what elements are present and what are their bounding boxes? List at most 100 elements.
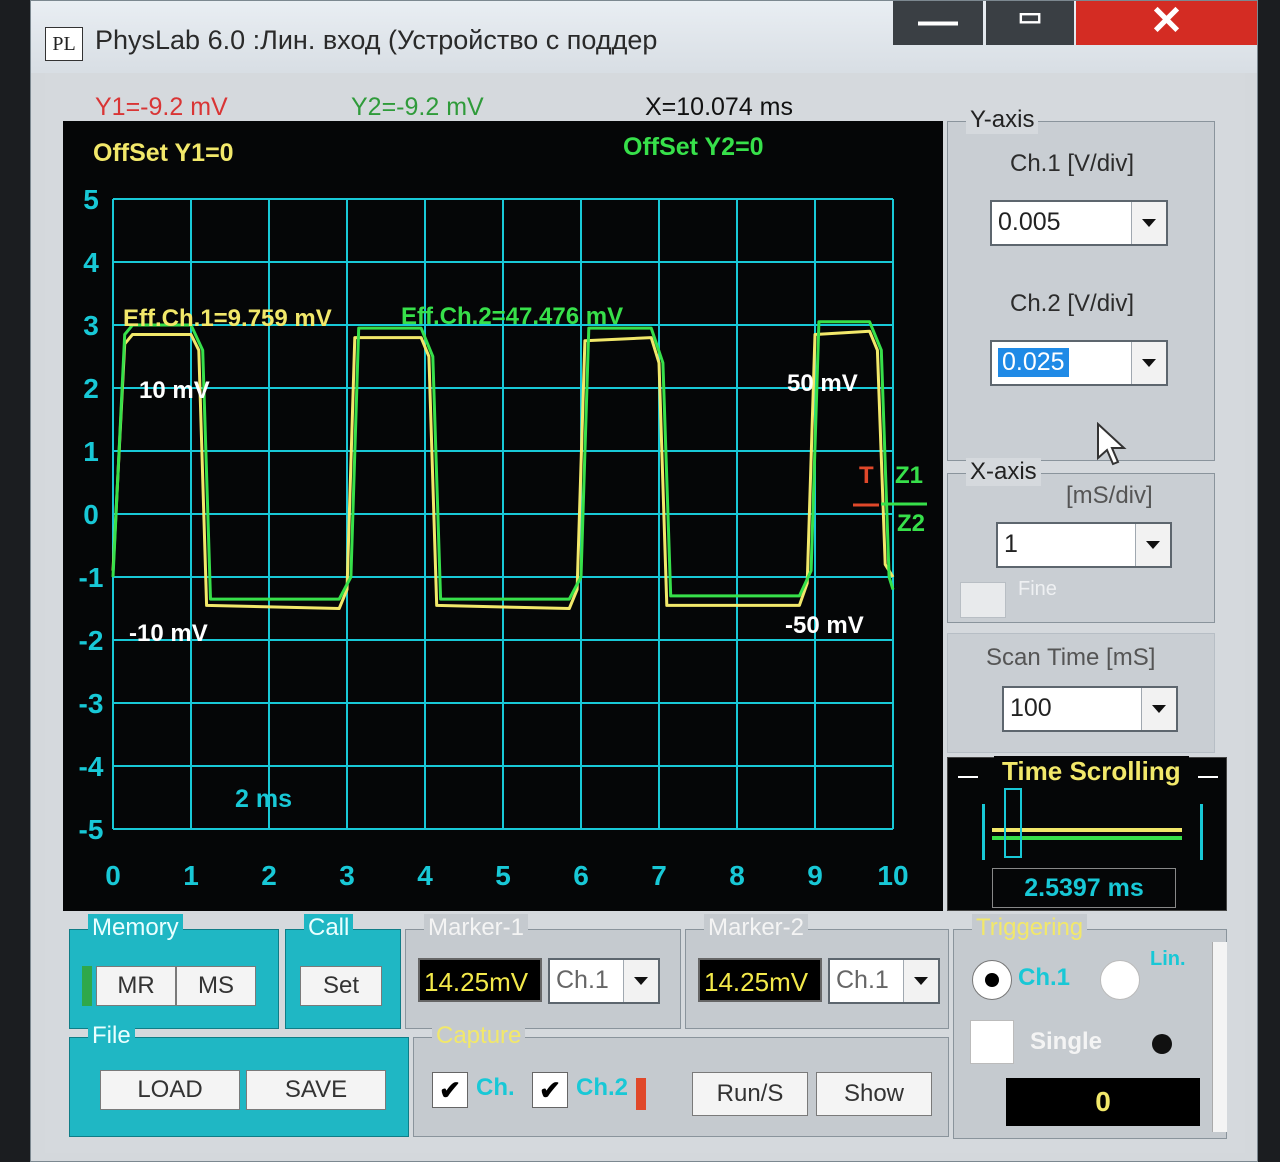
capture-indicator xyxy=(636,1078,646,1110)
oscilloscope-chart[interactable]: 0 1 2 3 4 5 6 7 8 9 10543210-1-2-3-4-5 OffSet Y1=0… xyxy=(63,121,943,911)
y-tick-label: 1 xyxy=(83,436,99,467)
marker2-value: 14.25mV xyxy=(698,958,822,1002)
marker2-group: Marker-2 14.25mV Ch.1 xyxy=(685,914,949,1029)
y-tick-label: 2 xyxy=(83,373,99,404)
time-scroll-thumb[interactable] xyxy=(1004,788,1022,858)
y-tick-label: -2 xyxy=(79,625,104,656)
y-tick-label: 0 xyxy=(83,499,99,530)
oscilloscope-display[interactable]: 0 1 2 3 4 5 6 7 8 9 10 5 4 3 2 1 0 -1 -2 -3 -4 -5 OffSet Y1=0… xyxy=(63,121,943,911)
capture-ch2-checkbox[interactable]: ✔ xyxy=(532,1072,568,1108)
y-tick-label: 4 xyxy=(83,247,99,278)
trigger-ch1-label: Ch.1 xyxy=(1018,964,1071,991)
marker1-legend: Marker-1 xyxy=(424,914,529,942)
chevron-down-icon[interactable] xyxy=(623,960,658,1002)
y-tick-label: -3 xyxy=(79,688,104,719)
ch1-vdiv-value: 0.005 xyxy=(998,208,1061,236)
minimize-button[interactable]: — xyxy=(893,1,983,45)
z2-marker-label[interactable]: Z2 xyxy=(897,510,925,537)
y1-readout: Y1=-9.2 mV xyxy=(95,93,228,121)
mr-button[interactable]: MR xyxy=(96,966,176,1006)
show-button[interactable]: Show xyxy=(816,1072,932,1116)
x-axis-group: X-axis [mS/div] 1 Fine xyxy=(947,458,1215,623)
marker1-channel-value: Ch.1 xyxy=(556,966,609,994)
title-bar[interactable]: PL PhysLab 6.0 :Лин. вход (Устройство с … xyxy=(31,1,1257,73)
trigger-counter: 0 xyxy=(1006,1078,1200,1126)
x-axis-legend: X-axis xyxy=(966,458,1041,486)
scan-time-group: Scan Time [mS] 100 xyxy=(947,633,1215,753)
trigger-marker-label[interactable]: T xyxy=(859,462,874,489)
app-window: PL PhysLab 6.0 :Лин. вход (Устройство с … xyxy=(30,0,1258,1162)
scroll-track-left-end xyxy=(982,804,985,860)
fine-label: Fine xyxy=(1018,578,1057,600)
trigger-lin-radio[interactable] xyxy=(1100,960,1140,1000)
marker1-channel-select[interactable]: Ch.1 xyxy=(548,958,660,1004)
ms-button[interactable]: MS xyxy=(176,966,256,1006)
ch1-vdiv-label: Ch.1 [V/div] xyxy=(1010,150,1135,177)
marker2-channel-value: Ch.1 xyxy=(836,966,889,994)
x-axis-unit-label: [mS/div] xyxy=(1066,482,1153,509)
capture-legend: Capture xyxy=(432,1022,526,1050)
scan-time-select[interactable]: 100 xyxy=(1002,686,1178,732)
x-tick-label: 9 xyxy=(807,860,823,891)
marker2-channel-select[interactable]: Ch.1 xyxy=(828,958,940,1004)
offset-y1-label: OffSet Y1=0 xyxy=(93,139,234,167)
radio-dot-icon xyxy=(985,973,999,987)
maximize-button[interactable]: ▭ xyxy=(986,1,1074,45)
memory-group: Memory MR MS xyxy=(69,914,279,1029)
ch1-top-scale-label: 10 mV xyxy=(139,377,210,404)
ch2-vdiv-label: Ch.2 [V/div] xyxy=(1010,290,1135,317)
x-tick-label: 4 xyxy=(417,860,433,891)
client-area: Y1=-9.2 mV Y2=-9.2 mV X=10.074 ms 0 1 2 3 4 5… xyxy=(45,73,1245,1153)
triggering-legend: Triggering xyxy=(972,914,1088,942)
chevron-down-icon[interactable] xyxy=(1141,688,1176,730)
triggering-scrollbar[interactable] xyxy=(1212,942,1227,1132)
x-tick-label: 8 xyxy=(729,860,745,891)
triggering-group: Triggering Ch.1 Lin. Single 0 xyxy=(953,914,1227,1139)
offset-y2-label: OffSet Y2=0 xyxy=(623,133,764,161)
x-tick-label: 0 xyxy=(105,860,121,891)
marker2-legend: Marker-2 xyxy=(704,914,809,942)
x-tick-label: 6 xyxy=(573,860,589,891)
x-axis-value: 1 xyxy=(1004,530,1018,558)
y-axis-legend: Y-axis xyxy=(966,106,1039,134)
x-tick-label: 1 xyxy=(183,860,199,891)
fine-checkbox[interactable] xyxy=(960,582,1006,618)
chevron-down-icon[interactable] xyxy=(1131,202,1166,244)
y2-readout: Y2=-9.2 mV xyxy=(351,93,484,121)
y-tick-label: -1 xyxy=(79,562,104,593)
scroll-track-right-end xyxy=(1200,804,1203,860)
chevron-down-icon[interactable] xyxy=(1131,342,1166,384)
mouse-cursor-icon xyxy=(1097,422,1127,466)
x-tick-label: 2 xyxy=(261,860,277,891)
single-label: Single xyxy=(1030,1028,1103,1055)
y-axis-group: Y-axis Ch.1 [V/div] 0.005 Ch.2 [V/div] 0… xyxy=(947,106,1215,466)
set-button[interactable]: Set xyxy=(300,966,382,1006)
x-axis-mSdiv-select[interactable]: 1 xyxy=(996,522,1172,568)
close-button[interactable]: ✕ xyxy=(1076,1,1257,45)
marker1-value: 14.25mV xyxy=(418,958,542,1002)
chevron-down-icon[interactable] xyxy=(1135,524,1170,566)
run-stop-button[interactable]: Run/S xyxy=(692,1072,808,1116)
capture-ch1-label: Ch. xyxy=(476,1074,515,1101)
ch2-top-scale-label: 50 mV xyxy=(787,370,858,397)
call-group: Call Set xyxy=(285,914,401,1029)
scan-time-value: 100 xyxy=(1010,694,1052,722)
z1-marker-label[interactable]: Z1 xyxy=(895,462,923,489)
app-logo: PL xyxy=(45,27,83,61)
chevron-down-icon[interactable] xyxy=(903,960,938,1002)
load-button[interactable]: LOAD xyxy=(100,1070,240,1110)
capture-ch1-checkbox[interactable]: ✔ xyxy=(432,1072,468,1108)
save-button[interactable]: SAVE xyxy=(246,1070,386,1110)
ch2-vdiv-select[interactable]: 0.025 xyxy=(990,340,1168,386)
single-checkbox[interactable] xyxy=(970,1020,1014,1064)
trigger-ch1-radio[interactable] xyxy=(972,960,1012,1000)
time-scrolling-legend: Time Scrolling xyxy=(994,756,1189,787)
file-group: File LOAD SAVE xyxy=(69,1022,409,1137)
single-indicator-icon xyxy=(1152,1034,1172,1054)
eff-ch1-label: Eff.Ch.1=9.759 mV xyxy=(123,305,332,332)
legend-rule-left xyxy=(958,776,978,778)
time-scrolling-group: Time Scrolling 2.5397 ms xyxy=(947,756,1227,911)
x-tick-label: 10 xyxy=(877,860,908,891)
ch1-vdiv-select[interactable]: 0.005 xyxy=(990,200,1168,246)
ch2-bottom-scale-label: -50 mV xyxy=(785,612,864,639)
